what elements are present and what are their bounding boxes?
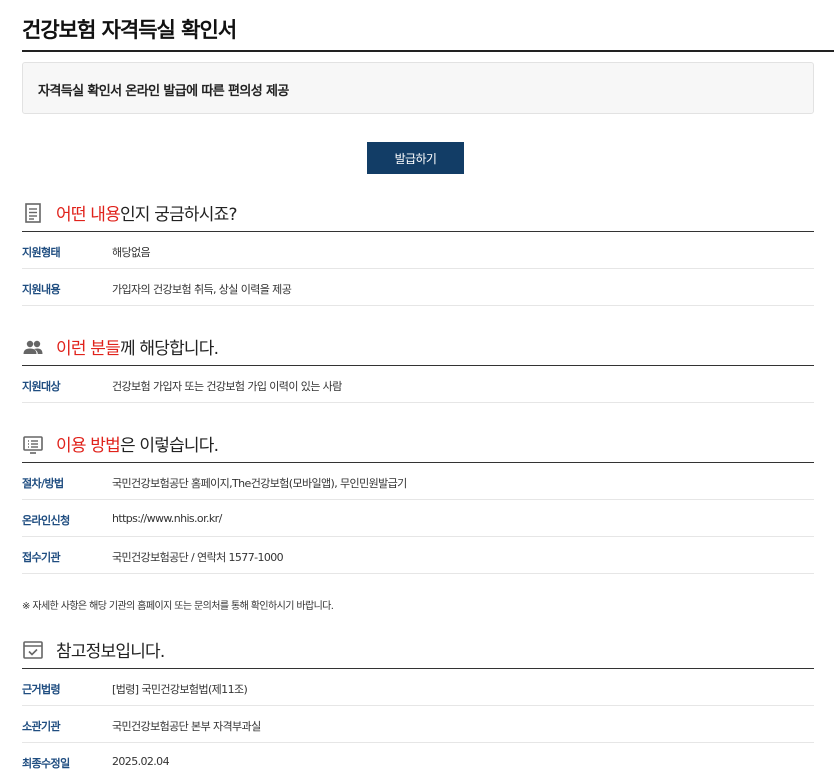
section-target-title-rest: 께 해당합니다. (119, 339, 219, 359)
section-target-header: 이런 분들께 해당합니다. (22, 330, 814, 366)
section-reference-title: 참고정보입니다. (56, 642, 165, 662)
info-row: 최종수정일 2025.02.04 (22, 743, 814, 776)
issue-button[interactable]: 발급하기 (367, 142, 464, 174)
section-content: 어떤 내용인지 궁금하시죠? 지원형태 해당없음 지원내용 가입자의 건강보험 … (22, 196, 814, 306)
section-method-title: 이용 방법은 이렇습니다. (56, 431, 219, 456)
notice-text: ※ 자세한 사항은 해당 기관의 홈페이지 또는 문의처를 통해 확인하시기 바… (22, 601, 334, 612)
row-value: 가입자의 건강보험 취득, 상실 이력을 제공 (112, 283, 292, 296)
section-content-header: 어떤 내용인지 궁금하시죠? (22, 196, 814, 232)
section-method-title-rest: 은 이렇습니다. (119, 436, 219, 456)
section-content-title-rest: 인지 궁금하시죠? (119, 205, 238, 225)
info-row: 온라인신청 https://www.nhis.or.kr/ (22, 500, 814, 537)
info-row: 지원대상 건강보험 가입자 또는 건강보험 가입 이력이 있는 사람 (22, 366, 814, 403)
row-label: 지원형태 (22, 246, 61, 259)
section-method: 이용 방법은 이렇습니다. 절차/방법 국민건강보험공단 홈페이지,The건강보… (22, 427, 814, 574)
row-value: 국민건강보험공단 본부 자격부과실 (112, 720, 261, 733)
section-target-title: 이런 분들께 해당합니다. (56, 334, 219, 359)
row-label: 최종수정일 (22, 757, 70, 770)
section-content-title: 어떤 내용인지 궁금하시죠? (56, 200, 237, 225)
summary-text: 자격득실 확인서 온라인 발급에 따른 편의성 제공 (38, 84, 289, 99)
checkbox-window-icon (23, 641, 43, 659)
row-value: 건강보험 가입자 또는 건강보험 가입 이력이 있는 사람 (112, 380, 342, 393)
info-row: 접수기관 국민건강보험공단 / 연락처 1577-1000 (22, 537, 814, 574)
online-apply-link[interactable]: https://www.nhis.or.kr/ (112, 512, 222, 525)
row-label: 소관기관 (22, 720, 61, 733)
page-title: 건강보험 자격득실 확인서 (22, 18, 237, 42)
row-value: 국민건강보험공단 홈페이지,The건강보험(모바일앱), 무인민원발급기 (112, 477, 407, 490)
section-method-header: 이용 방법은 이렇습니다. (22, 427, 814, 463)
section-reference: 참고정보입니다. 근거법령 [법령] 국민건강보험법(제11조) 소관기관 국민… (22, 633, 814, 776)
row-value: 2025.02.04 (112, 755, 170, 768)
summary-box: 자격득실 확인서 온라인 발급에 따른 편의성 제공 (22, 62, 814, 114)
info-row: 지원내용 가입자의 건강보험 취득, 상실 이력을 제공 (22, 269, 814, 306)
section-target: 이런 분들께 해당합니다. 지원대상 건강보험 가입자 또는 건강보험 가입 이… (22, 330, 814, 403)
row-label: 접수기관 (22, 551, 61, 564)
info-row: 지원형태 해당없음 (22, 232, 814, 269)
monitor-list-icon (23, 436, 43, 454)
row-label: 지원대상 (22, 380, 61, 393)
people-icon (23, 340, 43, 354)
row-value: 국민건강보험공단 / 연락처 1577-1000 (112, 551, 284, 564)
title-divider (22, 50, 834, 52)
section-content-title-highlight: 어떤 내용 (56, 205, 121, 225)
row-label: 온라인신청 (22, 514, 70, 527)
section-target-title-highlight: 이런 분들 (56, 339, 121, 359)
section-reference-header: 참고정보입니다. (22, 633, 814, 669)
info-row: 절차/방법 국민건강보험공단 홈페이지,The건강보험(모바일앱), 무인민원발… (22, 463, 814, 500)
row-value: 해당없음 (112, 246, 151, 259)
row-label: 절차/방법 (22, 477, 64, 490)
row-value: [법령] 국민건강보험법(제11조) (112, 683, 248, 696)
section-method-title-highlight: 이용 방법 (56, 436, 121, 456)
document-icon (25, 203, 41, 223)
info-row: 소관기관 국민건강보험공단 본부 자격부과실 (22, 706, 814, 743)
row-label: 지원내용 (22, 283, 61, 296)
info-row: 근거법령 [법령] 국민건강보험법(제11조) (22, 669, 814, 706)
row-label: 근거법령 (22, 683, 61, 696)
